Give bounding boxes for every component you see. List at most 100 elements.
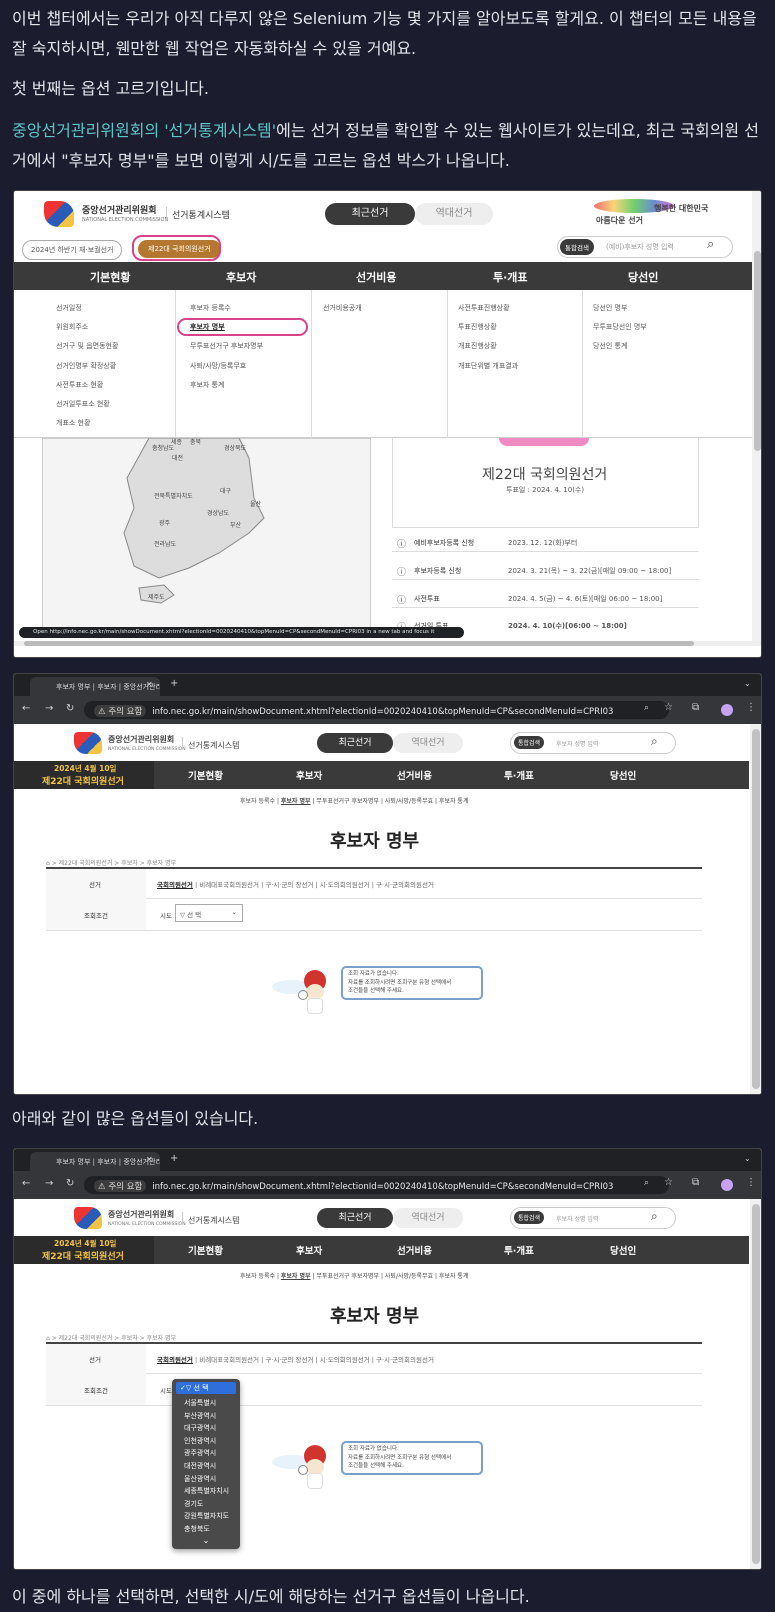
menu-item[interactable]: 개표진행상황 bbox=[458, 341, 497, 351]
reload-icon[interactable]: ↻ bbox=[66, 1178, 74, 1189]
region-daegu[interactable]: 대구 bbox=[220, 486, 231, 495]
forward-icon[interactable]: → bbox=[45, 703, 53, 714]
vertical-scrollbar[interactable] bbox=[752, 1204, 760, 1564]
tab-recent[interactable]: 최근선거 bbox=[317, 1208, 393, 1228]
nav-basic[interactable]: 기본현황 bbox=[188, 768, 223, 782]
subnav-item[interactable]: 후보자 통계 bbox=[439, 1273, 469, 1280]
subnav-item[interactable]: 후보자 통계 bbox=[439, 798, 469, 805]
menu-item[interactable]: 사전투표진행상황 bbox=[458, 303, 510, 313]
nav-vote-count[interactable]: 투·개표 bbox=[493, 269, 528, 285]
dropdown-option[interactable]: 광주광역시 bbox=[172, 1447, 240, 1460]
subnav-item[interactable]: 후보자 등록수 bbox=[240, 798, 275, 805]
dropdown-option[interactable]: 세종특별자치시 bbox=[172, 1485, 240, 1498]
region-sejong[interactable]: 세종 bbox=[171, 437, 182, 446]
profile-avatar[interactable] bbox=[721, 1179, 733, 1191]
menu-item[interactable]: 선거일투표소 현황 bbox=[56, 399, 110, 409]
menu-item[interactable]: 무투표선거구 후보자명부 bbox=[190, 341, 263, 351]
sido-dropdown[interactable]: ✓▽ 선 택 서울특별시 부산광역시 대구광역시 인천광역시 광주광역시 대전광… bbox=[172, 1379, 240, 1549]
dropdown-option[interactable]: 서울특별시 bbox=[172, 1397, 240, 1410]
menu-item[interactable]: 사전투표소 현황 bbox=[56, 380, 103, 390]
search-button[interactable]: 통합검색 bbox=[514, 1211, 545, 1224]
nav-candidate[interactable]: 후보자 bbox=[296, 768, 322, 782]
dropdown-option[interactable]: 울산광역시 bbox=[172, 1473, 240, 1486]
subnav-item-active[interactable]: 후보자 명부 bbox=[281, 1273, 311, 1280]
region-jeju[interactable]: 제주도 bbox=[148, 592, 165, 601]
option-municipal[interactable]: 구·시·군의회의원선거 bbox=[376, 881, 434, 889]
region-gyeongnam[interactable]: 경상남도 bbox=[207, 508, 229, 517]
zoom-icon[interactable]: ⌕ bbox=[644, 703, 649, 713]
new-tab-icon[interactable]: + bbox=[170, 1153, 178, 1164]
region-busan[interactable]: 부산 bbox=[230, 520, 241, 529]
option-national[interactable]: 국회의원선거 bbox=[157, 1356, 193, 1364]
menu-item[interactable]: 투표진행상황 bbox=[458, 322, 497, 332]
tab-recent[interactable]: 최근선거 bbox=[317, 733, 393, 753]
search-input[interactable]: 후보자 성명 입력 bbox=[556, 739, 598, 748]
region-jeonbuk[interactable]: 전북특별자치도 bbox=[154, 491, 193, 500]
nav-candidate[interactable]: 후보자 bbox=[226, 269, 256, 285]
search-icon[interactable]: ⌕ bbox=[651, 1209, 658, 1224]
extensions-icon[interactable]: ⧉ bbox=[692, 1177, 699, 1188]
bookmark-star-icon[interactable]: ☆ bbox=[664, 1177, 673, 1188]
menu-item[interactable]: 선거비용공개 bbox=[323, 303, 362, 313]
new-tab-icon[interactable]: + bbox=[170, 678, 178, 689]
dropdown-option[interactable]: 인천광역시 bbox=[172, 1435, 240, 1448]
menu-item[interactable]: 선거인명부 확정상황 bbox=[56, 361, 116, 371]
option-municipal[interactable]: 구·시·군의회의원선거 bbox=[376, 1356, 434, 1364]
search-input[interactable]: (예비)후보자 성명 입력 bbox=[606, 242, 674, 252]
subnav-item[interactable]: 무투표선거구 후보자명부 bbox=[316, 798, 379, 805]
zoom-icon[interactable]: ⌕ bbox=[644, 1178, 649, 1188]
subnav-item[interactable]: 사퇴/사망/등록무효 bbox=[385, 798, 433, 805]
nav-candidate[interactable]: 후보자 bbox=[296, 1243, 322, 1257]
nav-winner[interactable]: 당선인 bbox=[628, 269, 658, 285]
option-proportional[interactable]: 비례대표국회의원선거 bbox=[199, 881, 259, 889]
nav-expense[interactable]: 선거비용 bbox=[397, 1243, 432, 1257]
horizontal-scrollbar[interactable] bbox=[24, 641, 694, 646]
vertical-scrollbar[interactable] bbox=[754, 251, 761, 451]
menu-item[interactable]: 개표소 현황 bbox=[56, 418, 90, 428]
tab-recent[interactable]: 최근선거 bbox=[325, 203, 415, 225]
dropdown-option[interactable]: 대구광역시 bbox=[172, 1422, 240, 1435]
search-icon[interactable]: ⌕ bbox=[651, 734, 658, 749]
dropdown-option[interactable]: 대전광역시 bbox=[172, 1460, 240, 1473]
nav-winner[interactable]: 당선인 bbox=[610, 768, 636, 782]
back-icon[interactable]: ← bbox=[22, 703, 30, 714]
browser-tab[interactable]: 후보자 명부 | 후보자 | 중앙선거관리 bbox=[30, 1152, 160, 1171]
nav-expense[interactable]: 선거비용 bbox=[356, 269, 396, 285]
close-icon[interactable]: ✕ bbox=[146, 1155, 153, 1164]
search-button[interactable]: 통합검색 bbox=[514, 736, 545, 749]
bookmark-star-icon[interactable]: ☆ bbox=[664, 702, 673, 713]
nav-vote-count[interactable]: 투·개표 bbox=[504, 768, 534, 782]
chevron-down-icon[interactable]: ⌄ bbox=[744, 679, 751, 688]
reload-icon[interactable]: ↻ bbox=[66, 703, 74, 714]
search-input[interactable]: 후보자 성명 입력 bbox=[556, 1214, 598, 1223]
profile-avatar[interactable] bbox=[721, 704, 733, 716]
menu-item[interactable]: 당선인 통계 bbox=[593, 341, 627, 351]
dropdown-option[interactable]: 경기도 bbox=[172, 1498, 240, 1511]
tab-past[interactable]: 역대선거 bbox=[393, 733, 463, 753]
region-gyeongbuk[interactable]: 경상북도 bbox=[224, 443, 246, 452]
menu-item[interactable]: 후보자 등록수 bbox=[190, 303, 231, 313]
option-provincial[interactable]: 시·도의회의원선거 bbox=[320, 881, 370, 889]
search-icon[interactable]: ⌕ bbox=[707, 237, 714, 252]
menu-item[interactable]: 선거구 및 읍면동현황 bbox=[56, 341, 118, 351]
region-gwangju[interactable]: 광주 bbox=[159, 518, 170, 527]
menu-dots-icon[interactable]: ⋮ bbox=[746, 702, 756, 713]
option-provincial[interactable]: 시·도의회의원선거 bbox=[320, 1356, 370, 1364]
nav-expense[interactable]: 선거비용 bbox=[397, 768, 432, 782]
nav-winner[interactable]: 당선인 bbox=[610, 1243, 636, 1257]
dropdown-option-selected[interactable]: ✓▽ 선 택 bbox=[176, 1382, 236, 1394]
region-daejeon[interactable]: 대전 bbox=[172, 453, 183, 462]
menu-item[interactable]: 사퇴/사망/등록무효 bbox=[190, 361, 246, 371]
nec-link[interactable]: 중앙선거관리위원회의 '선거통계시스템' bbox=[12, 121, 276, 140]
option-national[interactable]: 국회의원선거 bbox=[157, 881, 193, 889]
url-bar[interactable]: ⚠ 주의 요함 info.nec.go.kr/main/showDocument.… bbox=[84, 701, 669, 719]
close-icon[interactable]: ✕ bbox=[146, 680, 153, 689]
menu-item[interactable]: 무투표당선인 명부 bbox=[593, 322, 647, 332]
url-bar[interactable]: ⚠ 주의 요함 info.nec.go.kr/main/showDocument.… bbox=[84, 1176, 669, 1194]
tab-past[interactable]: 역대선거 bbox=[415, 203, 493, 225]
menu-dots-icon[interactable]: ⋮ bbox=[746, 1177, 756, 1188]
dropdown-option[interactable]: 강원특별자치도 bbox=[172, 1510, 240, 1523]
chevron-down-icon[interactable]: ⌄ bbox=[744, 1154, 751, 1163]
election-chip-byelection[interactable]: 2024년 하반기 재·보궐선거 bbox=[22, 240, 123, 260]
menu-item[interactable]: 선거일정 bbox=[56, 303, 82, 313]
